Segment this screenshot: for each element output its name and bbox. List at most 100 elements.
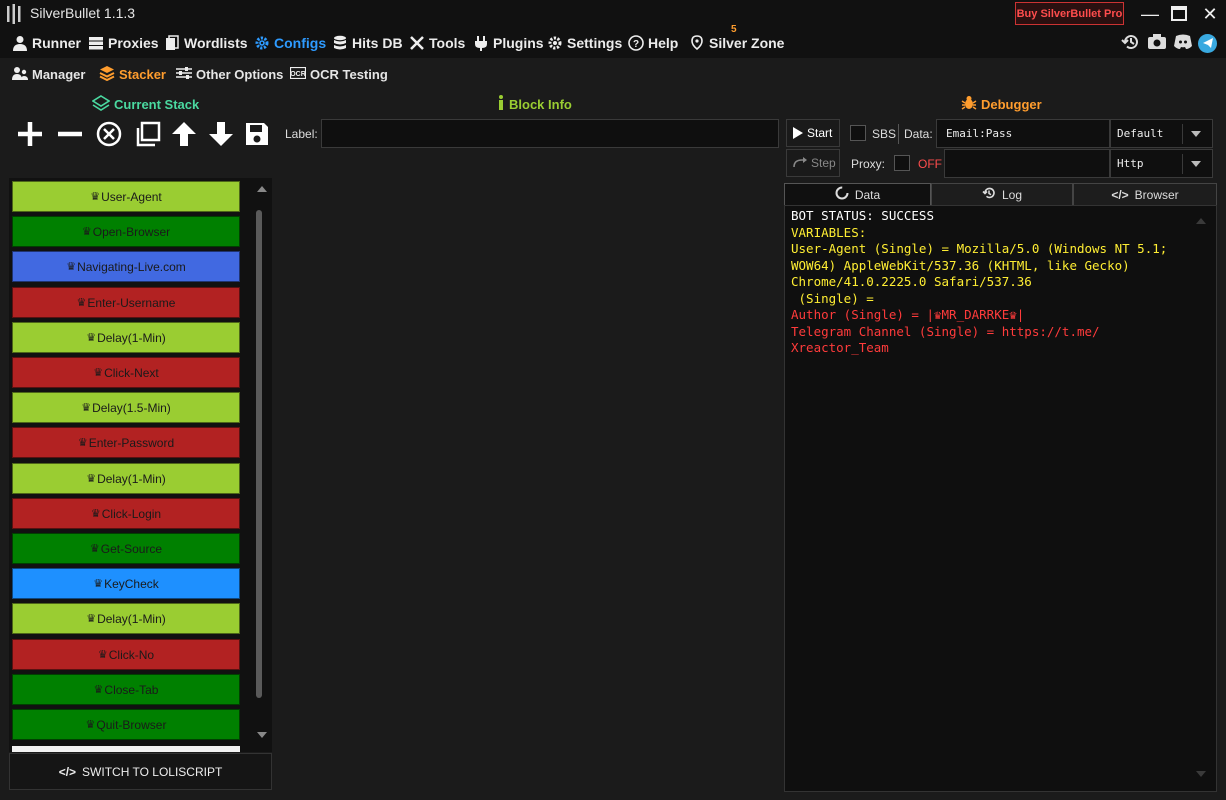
crown-icon: ♛ [85, 719, 96, 731]
scroll-down-arrow[interactable] [257, 732, 267, 738]
partial-block [12, 746, 240, 752]
camera-icon[interactable] [1146, 32, 1168, 54]
stack-block[interactable]: ♛ Delay(1.5-Min) [12, 392, 240, 423]
stack-block-label: Delay(1-Min) [97, 330, 166, 345]
stack-block-label: Delay(1-Min) [97, 611, 166, 626]
data-type-dropdown[interactable]: Default [1110, 119, 1213, 148]
users-icon [12, 66, 28, 83]
sbs-checkbox[interactable] [850, 125, 866, 141]
start-button[interactable]: Start [786, 119, 840, 147]
move-up-button[interactable] [168, 118, 200, 150]
tab-log[interactable]: Log [931, 183, 1073, 205]
maximize-icon[interactable] [1166, 2, 1192, 26]
crown-icon: ♛ [93, 684, 104, 696]
stack-block[interactable]: ♛ Click-Login [12, 498, 240, 529]
variables-header: VARIABLES: [791, 224, 867, 240]
telegram-icon[interactable] [1198, 34, 1217, 53]
layers-icon [99, 65, 115, 84]
nav-help[interactable]: ? Help [628, 33, 678, 53]
subnav-stacker[interactable]: Stacker [99, 65, 166, 83]
sliders-icon [176, 66, 192, 83]
crown-icon: ♛ [934, 307, 942, 322]
subnav-manager[interactable]: Manager [12, 65, 85, 83]
sbs-label: SBS [872, 127, 897, 141]
step-button[interactable]: Step [786, 149, 840, 177]
stack-block-label: Enter-Password [88, 435, 175, 450]
nav-runner[interactable]: Runner [12, 33, 81, 53]
scroll-down-arrow[interactable] [1196, 771, 1206, 777]
stack-block[interactable]: ♛ Enter-Password [12, 427, 240, 458]
user-icon [12, 35, 28, 51]
stack-block-label: Quit-Browser [96, 717, 167, 732]
move-down-button[interactable] [205, 118, 237, 150]
stack-block[interactable]: ♛ Delay(1-Min) [12, 603, 240, 634]
proxy-input[interactable] [944, 149, 1110, 178]
stack-block[interactable]: ♛ Quit-Browser [12, 709, 240, 740]
stack-scrollbar[interactable] [256, 210, 262, 698]
stack-block-label: Delay(1.5-Min) [92, 400, 171, 415]
scroll-up-arrow[interactable] [257, 186, 267, 192]
test-data-input[interactable]: Email:Pass [936, 119, 1110, 148]
switch-to-loliscript-button[interactable]: </> SWITCH TO LOLISCRIPT [9, 753, 272, 790]
clone-block-button[interactable] [132, 118, 164, 150]
location-icon [689, 35, 705, 51]
remove-block-button[interactable] [54, 118, 86, 150]
stack-block[interactable]: ♛ User-Agent [12, 181, 240, 212]
stack-block[interactable]: ♛ Open-Browser [12, 216, 240, 247]
stack-block-label: Click-Next [104, 365, 159, 380]
history-icon[interactable] [1120, 32, 1142, 54]
close-icon[interactable]: ✕ [1197, 2, 1223, 26]
nav-configs[interactable]: Configs [254, 33, 326, 53]
tab-browser[interactable]: </> Browser [1073, 183, 1217, 205]
stack-block[interactable]: ♛ Click-No [12, 639, 240, 670]
discord-icon[interactable] [1172, 32, 1194, 54]
subnav-ocr-testing[interactable]: OCR OCR Testing [289, 65, 388, 83]
block-label-input[interactable] [321, 119, 779, 148]
stack-block[interactable]: ♛ Delay(1-Min) [12, 322, 240, 353]
minimize-icon[interactable]: — [1137, 2, 1163, 26]
history-icon [982, 186, 996, 203]
tab-data[interactable]: Data [784, 183, 931, 205]
author-variable: Author (Single) = |♛MR_DARRKE♛| [791, 307, 1025, 322]
proxy-type-dropdown[interactable]: Http [1110, 149, 1213, 178]
main-nav: Runner Proxies Wordlists Configs Hits DB… [0, 28, 1226, 58]
scroll-up-arrow[interactable] [1196, 218, 1206, 224]
nav-silver-zone[interactable]: Silver Zone [689, 33, 784, 53]
database-icon [332, 35, 348, 51]
stack-block[interactable]: ♛ KeyCheck [12, 568, 240, 599]
crown-icon: ♛ [90, 191, 101, 203]
stack-block[interactable]: ♛ Navigating-Live.com [12, 251, 240, 282]
telegram-variable: Telegram Channel (Single) = https://t.me… [791, 323, 1108, 356]
nav-settings[interactable]: Settings [547, 33, 622, 53]
stack-block[interactable]: ♛ Get-Source [12, 533, 240, 564]
debugger-output[interactable]: BOT STATUS: SUCCESS VARIABLES: User-Agen… [784, 205, 1217, 792]
current-stack-title: Current Stack [91, 94, 199, 113]
crown-icon: ♛ [76, 297, 87, 309]
stack-block-label: Close-Tab [104, 682, 159, 697]
nav-hits-db[interactable]: Hits DB [332, 33, 403, 53]
svg-text:OCR: OCR [290, 71, 306, 78]
nav-proxies[interactable]: Proxies [88, 33, 159, 53]
subnav-other-options[interactable]: Other Options [176, 65, 283, 83]
bot-status: BOT STATUS: SUCCESS [791, 208, 934, 223]
nav-tools[interactable]: Tools [409, 33, 465, 53]
clear-blocks-button[interactable] [93, 118, 125, 150]
proxy-checkbox[interactable] [894, 155, 910, 171]
stack-block-label: Enter-Username [87, 295, 176, 310]
gear-icon [254, 35, 270, 51]
add-block-button[interactable] [14, 118, 46, 150]
stack-block[interactable]: ♛ Close-Tab [12, 674, 240, 705]
stack-block[interactable]: ♛ Delay(1-Min) [12, 463, 240, 494]
block-stack: ♛ User-Agent ♛ Open-Browser ♛ Navigating-Live… [9, 178, 272, 752]
buy-pro-button[interactable]: Buy SilverBullet Pro [1015, 2, 1124, 25]
save-button[interactable] [241, 118, 273, 150]
nav-plugins[interactable]: Plugins [473, 33, 544, 53]
nav-wordlists[interactable]: Wordlists [164, 33, 248, 53]
stack-block[interactable]: ♛ Enter-Username [12, 287, 240, 318]
stack-block-label: Navigating-Live.com [77, 259, 186, 274]
chevron-down-icon [1191, 131, 1201, 137]
crown-icon: ♛ [81, 226, 92, 238]
data-label: Data: [904, 127, 933, 141]
stack-block[interactable]: ♛ Click-Next [12, 357, 240, 388]
code-icon: </> [1111, 187, 1129, 202]
